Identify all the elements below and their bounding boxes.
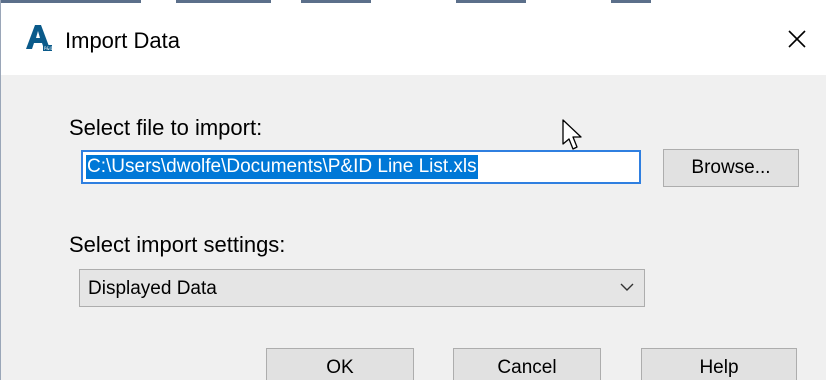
title-bar[interactable]: P&ID Import Data [1, 3, 826, 75]
mouse-pointer-icon [561, 118, 585, 152]
browse-button[interactable]: Browse... [663, 149, 799, 187]
file-path-text: C:\Users\dwolfe\Documents\P&ID Line List… [86, 155, 478, 179]
autocad-plant-icon: P&ID [26, 23, 54, 53]
import-data-dialog: P&ID Import Data Select file to import: … [0, 0, 826, 380]
svg-text:P&ID: P&ID [44, 46, 54, 51]
file-path-field[interactable]: C:\Users\dwolfe\Documents\P&ID Line List… [81, 150, 641, 184]
help-button[interactable]: Help [641, 348, 797, 380]
import-settings-value: Displayed Data [88, 278, 217, 299]
select-file-label: Select file to import: [69, 115, 263, 140]
cancel-button[interactable]: Cancel [453, 348, 601, 380]
dialog-title: Import Data [65, 28, 180, 53]
select-settings-label: Select import settings: [69, 232, 286, 257]
close-button[interactable] [779, 21, 815, 57]
chevron-down-icon [620, 283, 634, 291]
import-settings-dropdown[interactable]: Displayed Data [79, 269, 645, 307]
ok-button[interactable]: OK [266, 348, 414, 380]
close-icon [788, 30, 806, 48]
dialog-body: Select file to import: C:\Users\dwolfe\D… [1, 75, 826, 380]
